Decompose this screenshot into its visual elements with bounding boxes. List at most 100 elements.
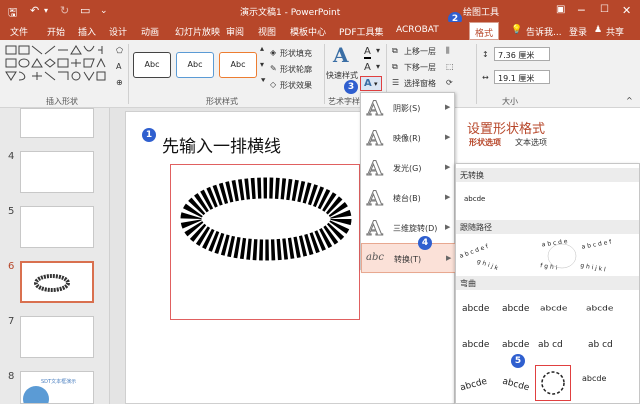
style-swatch-blue[interactable]: Abc bbox=[176, 52, 214, 78]
slide-thumbnail-selected[interactable] bbox=[20, 261, 94, 303]
no-transform-option[interactable]: abcde bbox=[464, 195, 485, 203]
text-outline-icon[interactable]: A bbox=[364, 62, 371, 73]
shape-outline-button[interactable]: 形状轮廓 bbox=[280, 64, 312, 75]
tab-review[interactable]: 审阅 bbox=[226, 25, 244, 38]
tab-home[interactable]: 开始 bbox=[47, 25, 65, 38]
menu-item-bevel[interactable]: A 棱台(B) ▶ bbox=[361, 183, 456, 213]
slide-thumbnail[interactable]: SDT文本框演示 bbox=[20, 371, 94, 404]
tab-pdf-tools[interactable]: PDF工具集 bbox=[339, 25, 384, 38]
tab-animations[interactable]: 动画 bbox=[141, 25, 159, 38]
tab-insert[interactable]: 插入 bbox=[78, 25, 96, 38]
quick-styles-icon[interactable]: A bbox=[333, 43, 349, 67]
edit-shape-icon[interactable]: ⬠ bbox=[116, 46, 123, 55]
redo-icon[interactable]: ↻ bbox=[60, 4, 69, 17]
chevron-right-icon: ▶ bbox=[445, 133, 451, 141]
shape-fill-button[interactable]: 形状填充 bbox=[280, 48, 312, 59]
slide-thumbnail[interactable] bbox=[20, 108, 94, 138]
minimize-icon[interactable]: ─ bbox=[578, 4, 585, 17]
follow-path-options[interactable]: a b c d e f g h i j k a b c d e f g h i … bbox=[456, 236, 639, 272]
undo-dropdown-icon[interactable]: ▾ bbox=[44, 6, 48, 15]
width-input[interactable]: 19.1 厘米 bbox=[494, 70, 550, 84]
group-icon[interactable]: ⬚ bbox=[446, 62, 454, 71]
height-input[interactable]: 7.36 厘米 bbox=[494, 47, 550, 61]
warp-option-triangle[interactable]: abcde bbox=[540, 305, 567, 313]
tab-format[interactable]: 格式 bbox=[469, 22, 500, 40]
warp-option-ring-outside[interactable]: ab cd bbox=[588, 340, 613, 350]
shape-gallery[interactable] bbox=[4, 44, 114, 88]
slide-thumbnail[interactable] bbox=[20, 206, 94, 248]
tab-acrobat[interactable]: ACROBAT bbox=[396, 25, 439, 35]
bring-forward-button[interactable]: 上移一层 bbox=[404, 46, 436, 57]
slide-number: 6 bbox=[8, 261, 15, 272]
gallery-down-icon[interactable]: ▾ bbox=[260, 60, 264, 69]
menu-item-reflection[interactable]: A 映像(R) ▶ bbox=[361, 123, 456, 153]
shape-outline-icon: ✎ bbox=[270, 64, 277, 73]
slide-title[interactable]: 先输入一排横线 bbox=[162, 132, 281, 157]
shadow-icon: A bbox=[367, 96, 384, 121]
warp-option-arch-up[interactable]: abcde bbox=[459, 377, 488, 394]
menu-item-3d-rotation[interactable]: A 三维旋转(D) ▶ bbox=[361, 213, 456, 243]
tab-text-options[interactable]: 文本选项 bbox=[515, 137, 547, 148]
send-backward-button[interactable]: 下移一层 bbox=[404, 62, 436, 73]
warp-option-button[interactable]: abcde bbox=[582, 374, 606, 383]
warp-option-chevron-up[interactable]: abcde bbox=[462, 340, 489, 350]
style-swatch-dark[interactable]: Abc bbox=[133, 52, 171, 78]
customize-qat-icon[interactable]: ⌄ bbox=[100, 6, 108, 16]
presentation-icon[interactable]: ▭ bbox=[80, 4, 90, 17]
warp-option-ring-inside[interactable]: ab cd bbox=[538, 340, 563, 350]
circle-text-icon bbox=[541, 371, 565, 395]
rotate-icon[interactable]: ⟳ bbox=[446, 78, 453, 87]
menu-item-shadow[interactable]: A 阴影(S) ▶ bbox=[361, 93, 456, 123]
gallery-more-icon[interactable]: ⯆ bbox=[260, 76, 266, 86]
send-backward-icon: ⧉ bbox=[392, 62, 398, 71]
chevron-down-icon: ▾ bbox=[374, 80, 378, 88]
share-icon[interactable]: ♟ bbox=[594, 25, 602, 35]
slide-thumbnail[interactable] bbox=[20, 316, 94, 358]
save-icon[interactable]: 🖫 bbox=[8, 4, 17, 23]
warp-option-circle-selected[interactable] bbox=[535, 365, 571, 401]
shape-fill-icon: ◈ bbox=[270, 48, 277, 57]
tab-template-center[interactable]: 模板中心 bbox=[290, 25, 326, 38]
maximize-icon[interactable]: ☐ bbox=[600, 4, 609, 15]
shape-styles-group-label: 形状样式 bbox=[206, 97, 238, 106]
ribbon-tabs: 文件 开始 插入 设计 动画 幻灯片放映 审阅 视图 模板中心 PDF工具集 A… bbox=[0, 22, 640, 40]
align-icon[interactable]: ⫼ bbox=[446, 46, 450, 56]
tab-shape-options[interactable]: 形状选项 bbox=[469, 137, 501, 148]
tab-file[interactable]: 文件 bbox=[10, 25, 28, 38]
menu-item-glow[interactable]: A 发光(G) ▶ bbox=[361, 153, 456, 183]
tab-slideshow[interactable]: 幻灯片放映 bbox=[175, 25, 220, 38]
text-box-icon[interactable]: A bbox=[116, 62, 121, 71]
warp-option-arch-down[interactable]: abcde bbox=[501, 377, 530, 394]
close-icon[interactable]: ✕ bbox=[622, 4, 631, 17]
merge-shapes-icon[interactable]: ⊕ bbox=[116, 78, 123, 87]
text-fill-icon[interactable]: A bbox=[364, 46, 371, 59]
text-outline-dropdown-icon[interactable]: ▾ bbox=[376, 62, 380, 71]
quick-styles-button[interactable]: 快速样式 bbox=[326, 70, 358, 81]
tell-me-input[interactable]: 告诉我... bbox=[526, 25, 562, 38]
login-link[interactable]: 登录 bbox=[569, 25, 587, 38]
shape-effects-button[interactable]: 形状效果 bbox=[280, 80, 312, 91]
warp-option-chevron-down[interactable]: abcde bbox=[502, 340, 529, 350]
warp-option-plain[interactable]: abcde bbox=[462, 304, 489, 314]
tab-view[interactable]: 视图 bbox=[258, 25, 276, 38]
size-group-label: 大小 bbox=[502, 97, 518, 106]
slide-number: 5 bbox=[8, 206, 15, 217]
section-no-transform: 无转换 bbox=[456, 168, 639, 182]
style-swatch-orange[interactable]: Abc bbox=[219, 52, 257, 78]
text-fill-dropdown-icon[interactable]: ▾ bbox=[376, 46, 380, 55]
ribbon-display-icon[interactable]: ▣ bbox=[556, 4, 565, 15]
selection-pane-button[interactable]: 选择窗格 bbox=[404, 78, 436, 89]
tell-me-icon[interactable]: 💡 bbox=[511, 25, 522, 35]
collapse-ribbon-icon[interactable]: ^ bbox=[626, 96, 633, 105]
tab-design[interactable]: 设计 bbox=[109, 25, 127, 38]
warp-option-stop[interactable]: abcde bbox=[502, 304, 529, 314]
text-effects-button[interactable]: A ▾ bbox=[360, 76, 382, 91]
selected-shape[interactable] bbox=[170, 164, 360, 320]
slide-thumbnail[interactable] bbox=[20, 151, 94, 193]
undo-icon[interactable]: ↶ bbox=[30, 4, 39, 17]
share-button[interactable]: 共享 bbox=[606, 25, 624, 38]
gallery-up-icon[interactable]: ▴ bbox=[260, 44, 264, 53]
warp-option-triangle-inverted[interactable]: abcde bbox=[586, 305, 613, 313]
svg-text:a b c d e f: a b c d e f bbox=[581, 238, 613, 250]
menu-item-transform[interactable]: abc 转换(T) ▶ bbox=[361, 243, 456, 273]
